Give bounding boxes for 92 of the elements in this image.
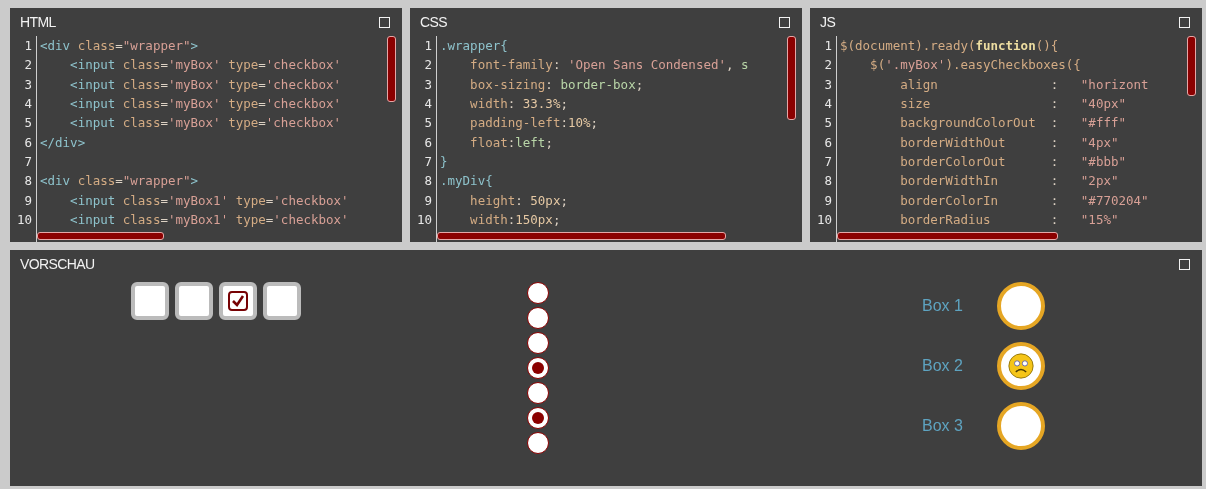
line-number: 8 [23, 173, 33, 189]
code-line: <input class='myBox1' type='checkbox' [69, 191, 349, 210]
line-number: 2 [823, 57, 833, 73]
code-line: $('.myBox').easyCheckboxes({ [869, 56, 1081, 75]
line-number: 9 [823, 192, 833, 208]
maximize-icon[interactable] [379, 16, 390, 28]
code-line: <input class='myBox' type='checkbox' [69, 114, 342, 133]
line-number: 8 [823, 173, 833, 189]
scrollbar-thumb[interactable] [787, 36, 796, 120]
scrollbar-thumb[interactable] [437, 232, 726, 240]
radio-button[interactable] [527, 282, 549, 304]
code-line: borderColorIn : "#770204" [899, 191, 1149, 210]
panel-title: JS [820, 14, 836, 30]
line-number: 1 [423, 38, 433, 54]
code-line: borderRadius : "15%" [899, 210, 1119, 229]
code-line: height: 50px; [469, 191, 568, 210]
line-number: 6 [23, 134, 33, 150]
line-number: 7 [23, 153, 33, 169]
line-number: 2 [423, 57, 433, 73]
line-number: 7 [823, 153, 833, 169]
maximize-icon[interactable] [1179, 16, 1190, 28]
code-line: size : "40px" [899, 95, 1126, 114]
line-number: 1 [823, 38, 833, 54]
panel-title: CSS [420, 14, 447, 30]
line-number: 9 [423, 192, 433, 208]
line-number: 10 [415, 211, 433, 227]
checkbox[interactable] [263, 282, 301, 320]
box-label: Box 2 [922, 357, 964, 375]
line-number: 9 [23, 192, 33, 208]
sad-face-icon [1008, 353, 1034, 379]
code-line: <div class="wrapper"> [39, 172, 199, 191]
checkmark-icon [228, 291, 248, 311]
scrollbar-thumb[interactable] [37, 232, 164, 240]
round-checkbox[interactable] [997, 402, 1045, 450]
code-line: borderWidthIn : "2px" [899, 172, 1119, 191]
line-number: 1 [23, 38, 33, 54]
checkbox[interactable] [219, 282, 257, 320]
scrollbar-thumb[interactable] [387, 36, 396, 102]
code-line: </div> [39, 133, 86, 152]
code-line: box-sizing: border-box; [469, 75, 644, 94]
radio-button[interactable] [527, 382, 549, 404]
line-number: 4 [823, 96, 833, 112]
radio-button[interactable] [527, 307, 549, 329]
line-number: 5 [423, 115, 433, 131]
maximize-icon[interactable] [779, 16, 790, 28]
code-line: <input class='myBox' type='checkbox' [69, 95, 342, 114]
checkbox[interactable] [175, 282, 213, 320]
line-number: 5 [823, 115, 833, 131]
code-line: borderColorOut : "#bbb" [899, 152, 1126, 171]
code-line: $(document).ready(function(){ [839, 37, 1059, 56]
radio-button[interactable] [527, 432, 549, 454]
code-line: <div class="wrapper"> [39, 37, 199, 56]
box-label: Box 1 [922, 297, 964, 315]
scrollbar-thumb[interactable] [1187, 36, 1196, 96]
maximize-icon[interactable] [1179, 258, 1190, 270]
code-line: font-family: 'Open Sans Condensed', s [469, 56, 749, 75]
line-number: 2 [23, 57, 33, 73]
radio-button[interactable] [527, 357, 549, 379]
code-line: width: 33.3%; [469, 95, 568, 114]
round-checkbox[interactable] [997, 342, 1045, 390]
code-line: <input class='myBox' type='checkbox' [69, 56, 342, 75]
code-line: .myDiv{ [439, 172, 493, 191]
line-number: 7 [423, 153, 433, 169]
round-checkbox[interactable] [997, 282, 1045, 330]
code-line: .wrapper{ [439, 37, 508, 56]
code-line: align : "horizont [899, 75, 1149, 94]
line-number: 4 [423, 96, 433, 112]
code-line: <input class='myBox1' type='checkbox' [69, 210, 349, 229]
radio-button[interactable] [527, 332, 549, 354]
code-line: backgroundColorOut : "#fff" [899, 114, 1126, 133]
line-number: 3 [423, 76, 433, 92]
line-number: 3 [23, 76, 33, 92]
code-line: padding-left:10%; [469, 114, 599, 133]
line-number: 5 [23, 115, 33, 131]
code-line: borderWidthOut : "4px" [899, 133, 1119, 152]
panel-title: VORSCHAU [20, 256, 95, 272]
radio-button[interactable] [527, 407, 549, 429]
line-number: 10 [815, 211, 833, 227]
line-number: 6 [823, 134, 833, 150]
line-number: 6 [423, 134, 433, 150]
line-number: 10 [15, 211, 33, 227]
scrollbar-thumb[interactable] [837, 232, 1058, 240]
code-line: } [439, 152, 448, 171]
line-number: 4 [23, 96, 33, 112]
code-line: width:150px; [469, 210, 561, 229]
panel-title: HTML [20, 14, 56, 30]
checkbox[interactable] [131, 282, 169, 320]
code-line: <input class='myBox' type='checkbox' [69, 75, 342, 94]
line-number: 8 [423, 173, 433, 189]
line-number: 3 [823, 76, 833, 92]
box-label: Box 3 [922, 417, 964, 435]
code-line: float:left; [469, 133, 553, 152]
